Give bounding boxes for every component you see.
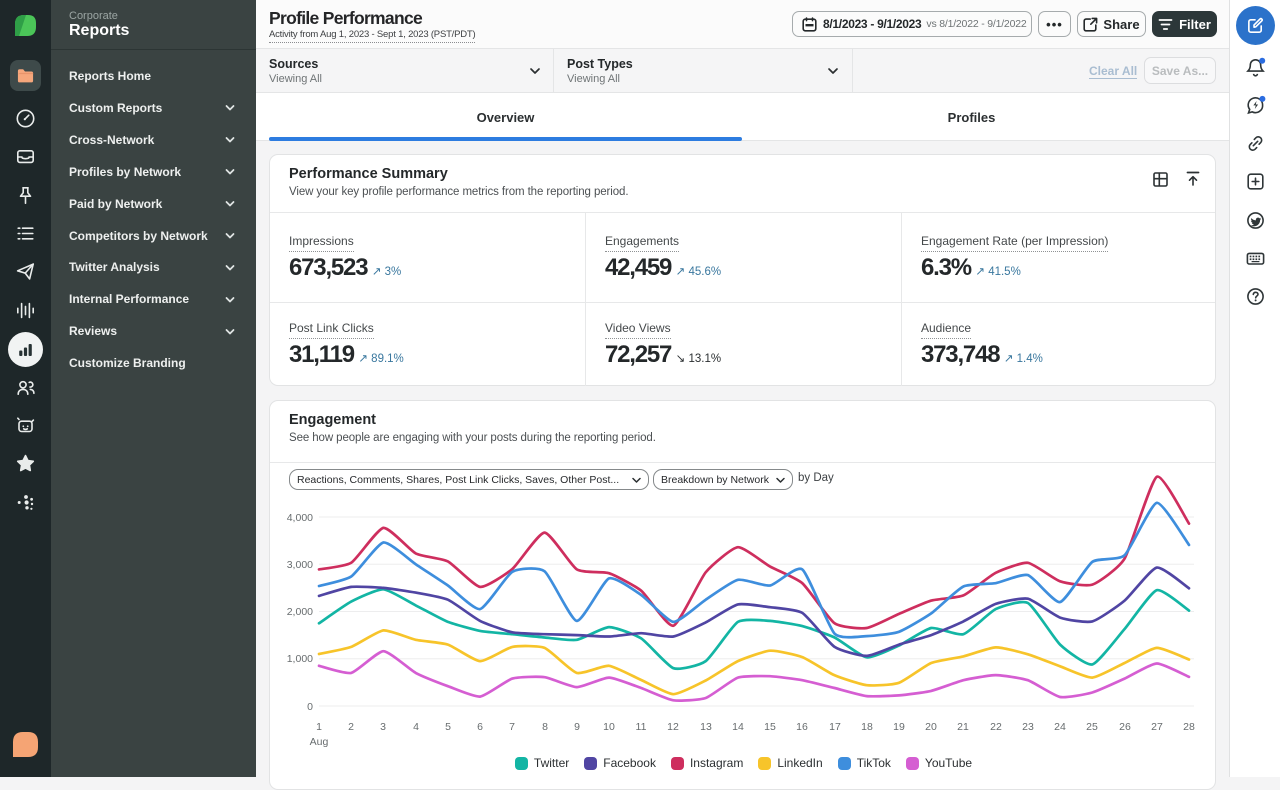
svg-text:8: 8 xyxy=(542,721,548,733)
svg-text:25: 25 xyxy=(1086,721,1098,733)
svg-text:Aug: Aug xyxy=(310,736,329,748)
svg-text:13: 13 xyxy=(700,721,712,733)
svg-text:5: 5 xyxy=(445,721,451,733)
svg-text:17: 17 xyxy=(829,721,841,733)
svg-text:23: 23 xyxy=(1022,721,1034,733)
svg-text:6: 6 xyxy=(477,721,483,733)
svg-text:7: 7 xyxy=(509,721,515,733)
svg-text:11: 11 xyxy=(636,721,647,733)
svg-text:9: 9 xyxy=(574,721,580,733)
svg-text:22: 22 xyxy=(990,721,1002,733)
svg-text:1: 1 xyxy=(316,721,322,733)
svg-text:3,000: 3,000 xyxy=(287,559,313,571)
svg-text:24: 24 xyxy=(1054,721,1066,733)
svg-text:2,000: 2,000 xyxy=(287,606,313,618)
svg-text:1,000: 1,000 xyxy=(287,653,313,665)
svg-text:4,000: 4,000 xyxy=(287,512,313,524)
svg-text:28: 28 xyxy=(1183,721,1195,733)
svg-text:19: 19 xyxy=(893,721,905,733)
svg-text:0: 0 xyxy=(307,701,313,713)
svg-text:4: 4 xyxy=(413,721,419,733)
svg-text:3: 3 xyxy=(380,721,386,733)
svg-text:2: 2 xyxy=(348,721,354,733)
svg-text:12: 12 xyxy=(667,721,679,733)
svg-text:15: 15 xyxy=(764,721,776,733)
svg-text:18: 18 xyxy=(861,721,873,733)
svg-text:20: 20 xyxy=(925,721,937,733)
svg-text:27: 27 xyxy=(1151,721,1163,733)
svg-text:21: 21 xyxy=(957,721,969,733)
svg-text:10: 10 xyxy=(603,721,615,733)
svg-text:14: 14 xyxy=(732,721,744,733)
svg-text:16: 16 xyxy=(796,721,808,733)
svg-text:26: 26 xyxy=(1119,721,1131,733)
